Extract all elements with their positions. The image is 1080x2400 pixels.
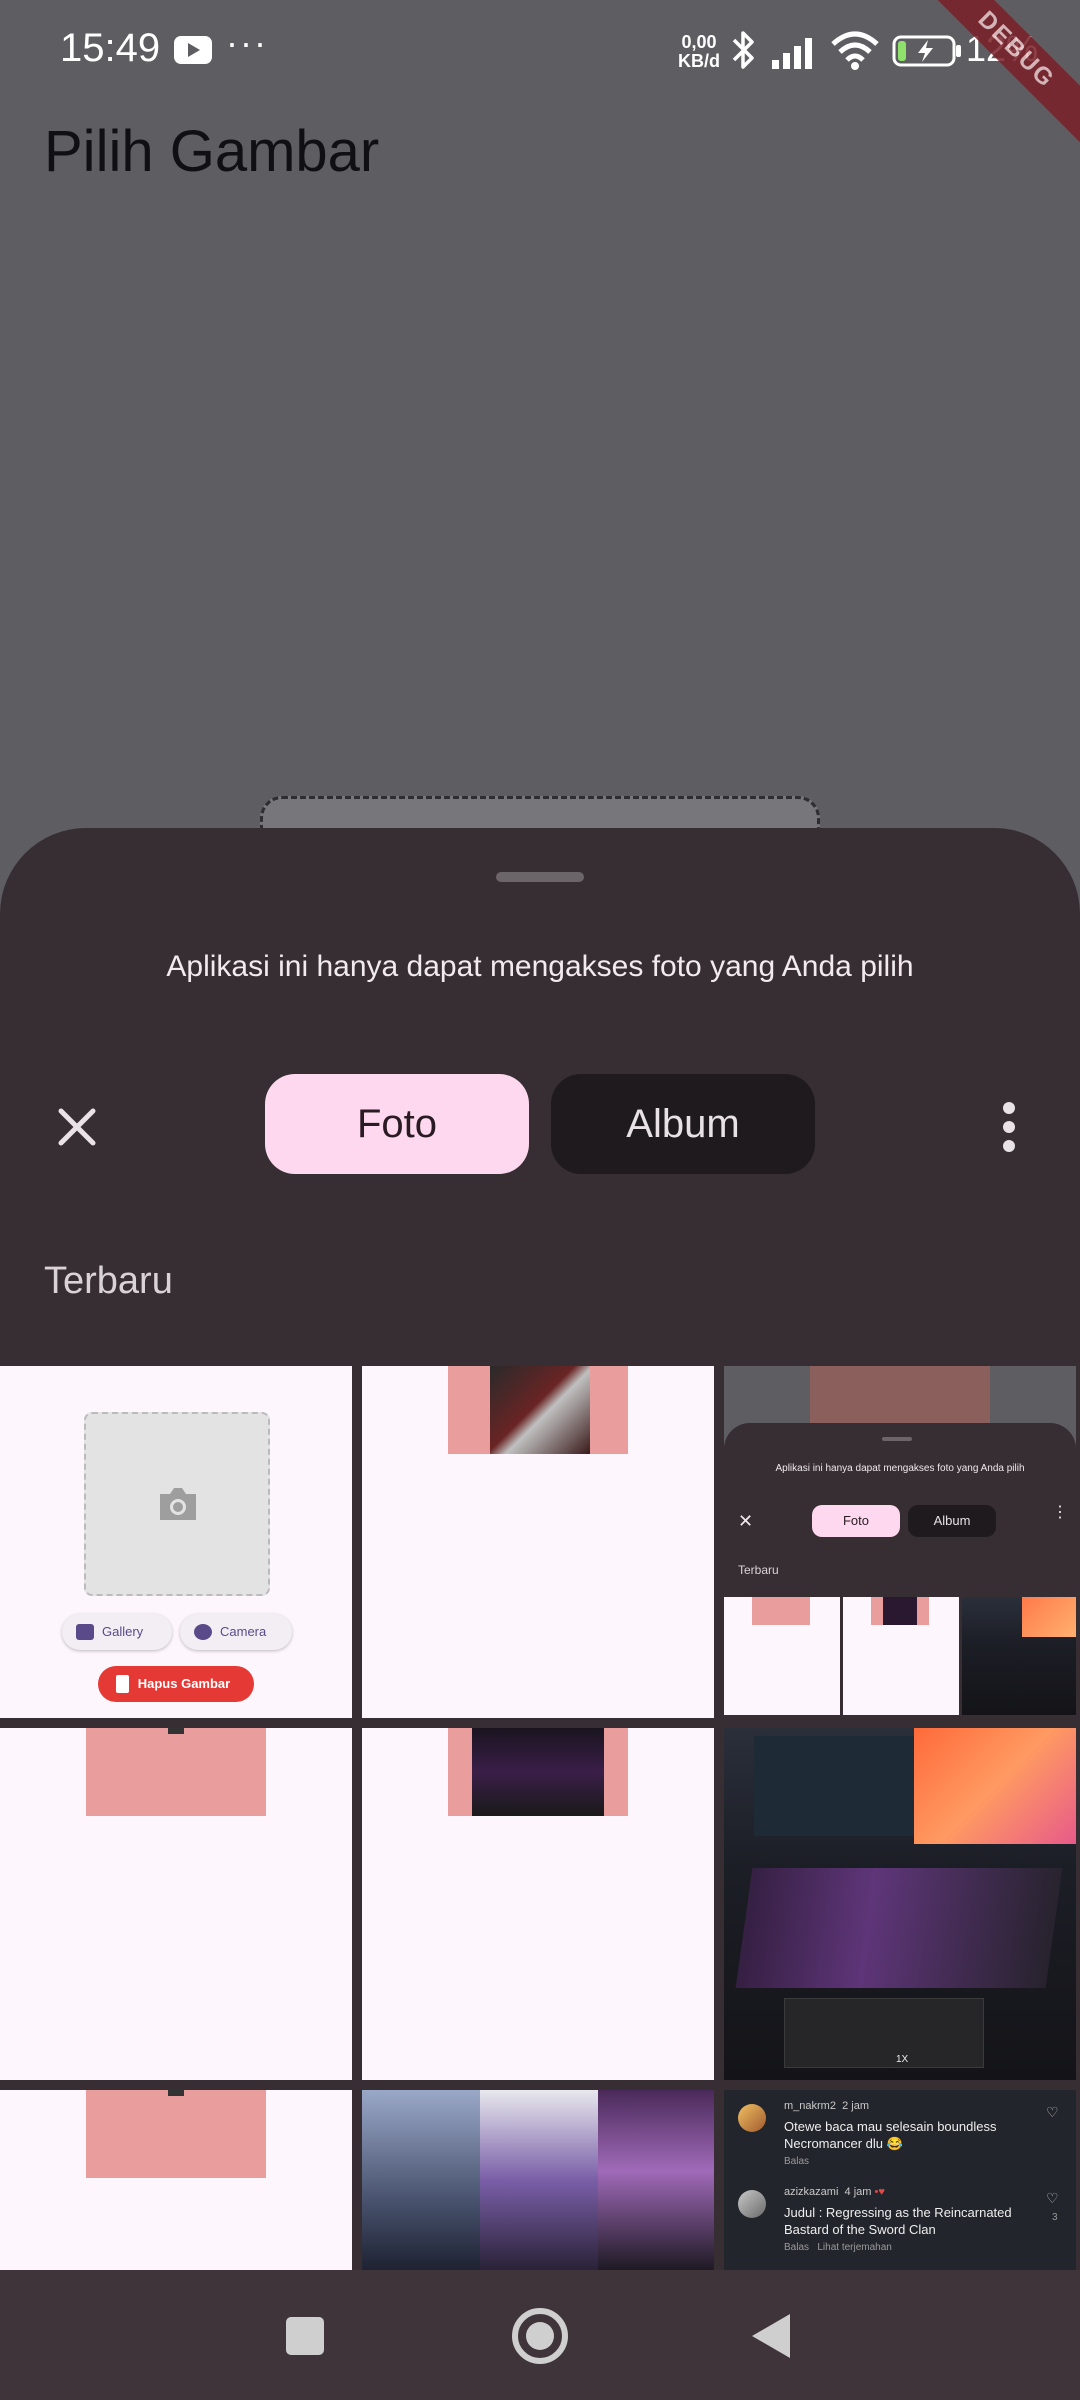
heart-icon: ♡ bbox=[1046, 2104, 1059, 2120]
camera-aperture-icon bbox=[194, 1624, 212, 1640]
comment-username: azizkazami 4 jam •♥ bbox=[784, 2186, 885, 2198]
trash-icon bbox=[116, 1675, 129, 1693]
network-speed-unit: KB/d bbox=[678, 51, 720, 71]
photo-thumbnail[interactable] bbox=[362, 1728, 714, 2080]
photo-thumbnail[interactable]: Aplikasi ini hanya dapat mengakses foto … bbox=[724, 1366, 1076, 1718]
nested-more-icon: ⋮ bbox=[1052, 1504, 1068, 1521]
photo-thumbnail[interactable]: Gallery Camera Hapus Gambar bbox=[0, 1366, 352, 1718]
nested-thumb bbox=[962, 1597, 1076, 1715]
nested-tab-album: Album bbox=[908, 1505, 996, 1537]
heart-icon: •♥ bbox=[874, 2186, 885, 2198]
status-time: 15:49 bbox=[60, 26, 161, 70]
page-title: Pilih Gambar bbox=[44, 119, 380, 184]
debug-banner: DEBUG bbox=[909, 0, 1080, 157]
comment-user: azizkazami bbox=[784, 2186, 839, 2198]
gallery-label: Gallery bbox=[102, 1624, 144, 1639]
thumbnail-content bbox=[86, 2090, 266, 2178]
youtube-icon bbox=[174, 36, 212, 64]
laptop-touchpad bbox=[784, 1998, 984, 2068]
nested-drag-handle bbox=[882, 1437, 912, 1441]
nested-close-icon: ✕ bbox=[738, 1511, 754, 1531]
nested-message: Aplikasi ini hanya dapat mengakses foto … bbox=[775, 1463, 1025, 1474]
gallery-icon bbox=[76, 1624, 94, 1640]
zoom-label: 1X bbox=[896, 2054, 909, 2065]
tab-album[interactable]: Album bbox=[551, 1074, 815, 1174]
bluetooth-icon bbox=[732, 31, 754, 69]
thumbnail-content bbox=[86, 1728, 266, 1816]
more-dots-icon: ··· bbox=[226, 22, 268, 63]
section-recent: Terbaru bbox=[44, 1260, 173, 1302]
delete-label: Hapus Gambar bbox=[137, 1676, 231, 1691]
more-vert-icon[interactable] bbox=[984, 1094, 1034, 1160]
network-speed-value: 0,00 bbox=[681, 32, 717, 52]
photo-thumbnail[interactable] bbox=[362, 1366, 714, 1718]
comment-translate: Lihat terjemahan bbox=[817, 2242, 892, 2253]
picker-message: Aplikasi ini hanya dapat mengakses foto … bbox=[166, 950, 914, 983]
photo-picker-sheet: Aplikasi ini hanya dapat mengakses foto … bbox=[0, 828, 1080, 2270]
navigation-bar bbox=[0, 2270, 1080, 2400]
photo-thumbnail[interactable] bbox=[0, 2090, 352, 2270]
thumbnail-detail bbox=[168, 1728, 184, 1734]
battery-charging-icon bbox=[892, 35, 961, 67]
avatar bbox=[738, 2104, 766, 2132]
drag-handle[interactable] bbox=[496, 872, 584, 882]
comment-text: Judul : Regressing as the Reincarnated B… bbox=[784, 2205, 1012, 2237]
delete-image-chip: Hapus Gambar bbox=[98, 1666, 254, 1702]
gallery-chip: Gallery bbox=[62, 1614, 172, 1650]
comment-actions: Balas Lihat terjemahan bbox=[784, 2242, 892, 2253]
laptop-screen-window bbox=[754, 1736, 914, 1836]
anime-panel-1 bbox=[362, 2090, 480, 2270]
signal-icon bbox=[772, 38, 812, 69]
anime-panel-2 bbox=[480, 2090, 598, 2270]
comment-text: Otewe baca mau selesain boundless Necrom… bbox=[784, 2119, 997, 2151]
image-placeholder bbox=[84, 1412, 270, 1596]
thumbnail-artwork bbox=[472, 1728, 604, 1816]
nested-section: Terbaru bbox=[738, 1563, 779, 1577]
network-speed: 0,00 KB/d bbox=[672, 33, 726, 71]
comment-user: m_nakrm2 bbox=[784, 2100, 836, 2112]
photo-grid: Gallery Camera Hapus Gambar Aplikasi ini… bbox=[0, 1366, 1080, 2270]
home-icon[interactable] bbox=[512, 2308, 568, 2364]
photo-thumbnail[interactable] bbox=[362, 2090, 714, 2270]
comment-time: 4 jam bbox=[844, 2186, 872, 2198]
comment-username: m_nakrm2 2 jam bbox=[784, 2100, 869, 2112]
nested-thumb bbox=[843, 1597, 959, 1715]
comment-likes: 3 bbox=[1052, 2212, 1058, 2223]
nested-screenshot: Aplikasi ini hanya dapat mengakses foto … bbox=[724, 1423, 1076, 1718]
tab-foto[interactable]: Foto bbox=[265, 1074, 529, 1174]
heart-icon: ♡ bbox=[1046, 2190, 1059, 2206]
wifi-icon bbox=[831, 31, 879, 70]
camera-chip: Camera bbox=[180, 1614, 292, 1650]
nested-thumb bbox=[724, 1597, 840, 1715]
nested-tab-foto: Foto bbox=[812, 1505, 900, 1537]
anime-panel-3 bbox=[598, 2090, 714, 2270]
comment-reply: Balas bbox=[784, 2156, 810, 2167]
thumbnail-detail bbox=[168, 2090, 184, 2096]
close-icon[interactable] bbox=[44, 1094, 110, 1160]
thumbnail-artwork bbox=[490, 1366, 590, 1454]
comment-time: 2 jam bbox=[842, 2100, 869, 2112]
camera-icon bbox=[160, 1488, 196, 1520]
thumbnail-content bbox=[810, 1366, 990, 1423]
photo-thumbnail[interactable]: m_nakrm2 2 jam Otewe baca mau selesain b… bbox=[724, 2090, 1076, 2270]
laptop-wallpaper bbox=[914, 1728, 1076, 1844]
laptop-keyboard bbox=[735, 1868, 1063, 1988]
photo-thumbnail[interactable] bbox=[0, 1728, 352, 2080]
avatar bbox=[738, 2190, 766, 2218]
back-icon[interactable] bbox=[752, 2314, 790, 2358]
camera-label: Camera bbox=[220, 1624, 267, 1639]
photo-thumbnail[interactable]: 1X bbox=[724, 1728, 1076, 2080]
recent-apps-icon[interactable] bbox=[286, 2317, 324, 2355]
status-bar: 15:49 ··· 0,00 KB/d 12% DEBUG bbox=[0, 0, 1080, 157]
comment-reply: Balas bbox=[784, 2242, 810, 2253]
